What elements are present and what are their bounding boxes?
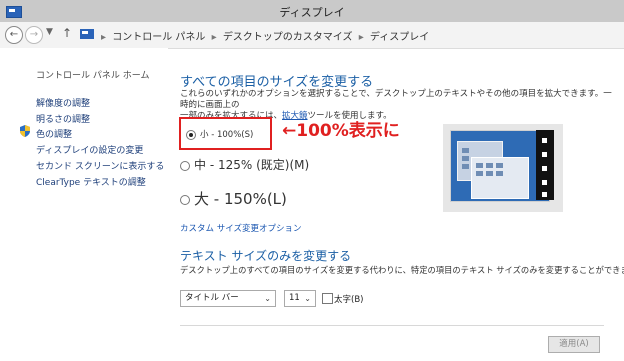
breadcrumb-control-panel[interactable]: コントロール パネル	[112, 32, 205, 43]
uac-shield-icon	[20, 125, 30, 137]
annotation-highlight-box	[179, 117, 272, 150]
chevron-down-icon: ⌄	[264, 294, 271, 303]
left-pane: コントロール パネル ホーム 解像度の調整 明るさの調整 色の調整 ディスプレイ…	[0, 48, 168, 361]
breadcrumb: ▸ コントロール パネル ▸ デスクトップのカスタマイズ ▸ ディスプレイ	[101, 32, 430, 43]
divider	[180, 325, 604, 326]
preview-screen	[450, 130, 550, 202]
control-panel-home-link[interactable]: コントロール パネル ホーム	[36, 68, 149, 81]
apply-button[interactable]: 適用(A)	[548, 336, 600, 353]
annotation-text: ←100%表示に	[282, 121, 400, 141]
sidebar-link-brightness[interactable]: 明るさの調整	[36, 112, 90, 125]
chevron-down-icon: ⌄	[304, 294, 311, 303]
sidebar-link-color[interactable]: 色の調整	[36, 127, 72, 140]
text-size-heading: テキスト サイズのみを変更する	[180, 249, 352, 263]
breadcrumb-personalization[interactable]: デスクトップのカスタマイズ	[223, 32, 353, 43]
bold-checkbox[interactable]	[322, 293, 333, 304]
resize-heading: すべての項目のサイズを変更する	[180, 75, 374, 90]
text-size-description: デスクトップ上のすべての項目のサイズを変更する代わりに、特定の項目のテキスト サ…	[180, 265, 624, 275]
radio-large[interactable]	[180, 194, 190, 205]
preview-charm-bar	[536, 130, 554, 200]
back-arrow-icon[interactable]: ←	[5, 26, 23, 44]
font-size-select[interactable]: 11 ⌄	[284, 290, 316, 307]
item-select[interactable]: タイトル バー ⌄	[180, 290, 276, 307]
custom-sizing-link[interactable]: カスタム サイズ変更オプション	[180, 222, 301, 234]
up-arrow-icon[interactable]: ↑	[62, 26, 72, 40]
size-option-large[interactable]: 大 - 150%(L)	[180, 188, 287, 209]
window-title: ディスプレイ	[279, 6, 345, 19]
sidebar-link-display-settings[interactable]: ディスプレイの設定の変更	[36, 143, 143, 156]
sidebar-link-cleartype[interactable]: ClearType テキストの調整	[36, 175, 146, 188]
address-bar: ← → ▼ ↑ ▸ コントロール パネル ▸ デスクトップのカスタマイズ ▸ デ…	[0, 22, 624, 49]
preview-window-front	[471, 157, 529, 199]
sidebar-link-second-screen[interactable]: セカンド スクリーンに表示する	[36, 159, 164, 172]
recent-locations-icon[interactable]: ▼	[46, 27, 53, 37]
sidebar-link-resolution[interactable]: 解像度の調整	[36, 96, 90, 109]
display-preview-illustration	[443, 124, 563, 212]
size-option-medium[interactable]: 中 - 125% (既定)(M)	[180, 156, 309, 173]
control-panel-icon	[80, 29, 94, 39]
forward-arrow-icon[interactable]: →	[25, 26, 43, 44]
title-bar: ディスプレイ	[0, 0, 624, 22]
radio-medium[interactable]	[180, 160, 190, 171]
breadcrumb-display[interactable]: ディスプレイ	[370, 32, 429, 43]
bold-label: 太字(B)	[334, 295, 364, 305]
